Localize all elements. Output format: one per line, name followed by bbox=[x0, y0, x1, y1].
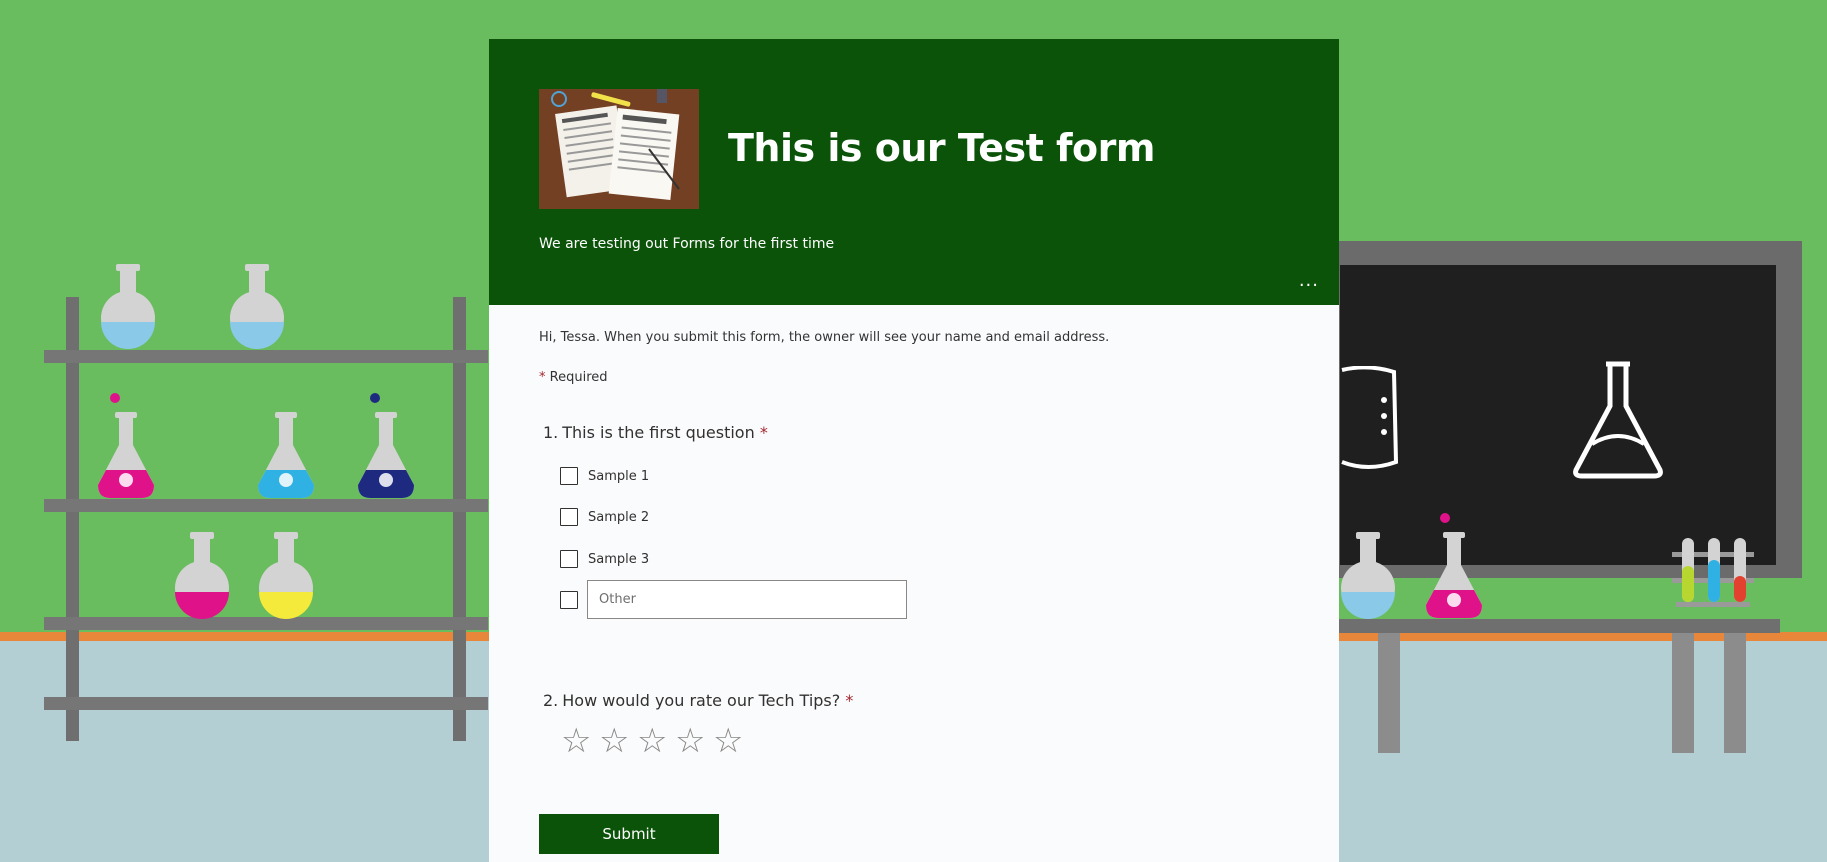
star-icon[interactable]: ☆ bbox=[713, 724, 751, 758]
star-icon[interactable]: ☆ bbox=[561, 724, 599, 758]
flask-icon bbox=[1341, 532, 1395, 619]
checkbox[interactable] bbox=[560, 508, 578, 526]
star-icon[interactable]: ☆ bbox=[599, 724, 637, 758]
flask-icon bbox=[358, 393, 414, 498]
submit-button[interactable]: Submit bbox=[539, 814, 719, 854]
flask-icon bbox=[101, 264, 155, 349]
question-text: How would you rate our Tech Tips? bbox=[562, 691, 841, 710]
required-note: * Required bbox=[539, 370, 608, 385]
option-label: Sample 1 bbox=[588, 468, 650, 484]
option-sample-2[interactable]: Sample 2 bbox=[560, 506, 649, 528]
option-sample-3[interactable]: Sample 3 bbox=[560, 548, 649, 570]
beaker-drawing-icon bbox=[1341, 366, 1399, 469]
flask-icon bbox=[98, 393, 154, 498]
required-star: * bbox=[845, 691, 854, 710]
flask-icon bbox=[175, 532, 229, 619]
more-options-button[interactable]: ... bbox=[1299, 272, 1319, 290]
star-icon[interactable]: ☆ bbox=[637, 724, 675, 758]
question-2-title: 2. How would you rate our Tech Tips? * bbox=[543, 691, 853, 710]
other-text-input[interactable] bbox=[587, 580, 907, 619]
required-star: * bbox=[759, 423, 768, 442]
required-label: Required bbox=[549, 370, 608, 385]
question-1-title: 1. This is the first question * bbox=[543, 423, 768, 442]
form-header-image bbox=[539, 89, 699, 209]
checkbox[interactable] bbox=[560, 467, 578, 485]
form-subtitle: We are testing out Forms for the first t… bbox=[539, 236, 835, 252]
form-title: This is our Test form bbox=[728, 126, 1155, 170]
star-icon[interactable]: ☆ bbox=[675, 724, 713, 758]
question-text: This is the first question bbox=[562, 423, 755, 442]
rating-stars: ☆ ☆ ☆ ☆ ☆ bbox=[561, 724, 751, 758]
flask-icon bbox=[1426, 513, 1482, 618]
test-tube-rack-icon bbox=[1672, 538, 1754, 607]
required-star: * bbox=[539, 370, 546, 385]
flask-icon bbox=[230, 264, 284, 349]
option-other[interactable] bbox=[560, 589, 578, 611]
flask-icon bbox=[258, 412, 314, 498]
option-label: Sample 2 bbox=[588, 509, 650, 525]
question-number: 2. bbox=[543, 691, 559, 710]
question-number: 1. bbox=[543, 423, 559, 442]
flask-icon bbox=[259, 532, 313, 619]
option-label: Sample 3 bbox=[588, 551, 650, 567]
form-card: This is our Test form We are testing out… bbox=[489, 39, 1339, 862]
flask-drawing-icon bbox=[1573, 361, 1663, 479]
checkbox[interactable] bbox=[560, 591, 578, 609]
submission-info-text: Hi, Tessa. When you submit this form, th… bbox=[539, 330, 1110, 345]
checkbox[interactable] bbox=[560, 550, 578, 568]
option-sample-1[interactable]: Sample 1 bbox=[560, 465, 649, 487]
form-header: This is our Test form We are testing out… bbox=[489, 39, 1339, 305]
